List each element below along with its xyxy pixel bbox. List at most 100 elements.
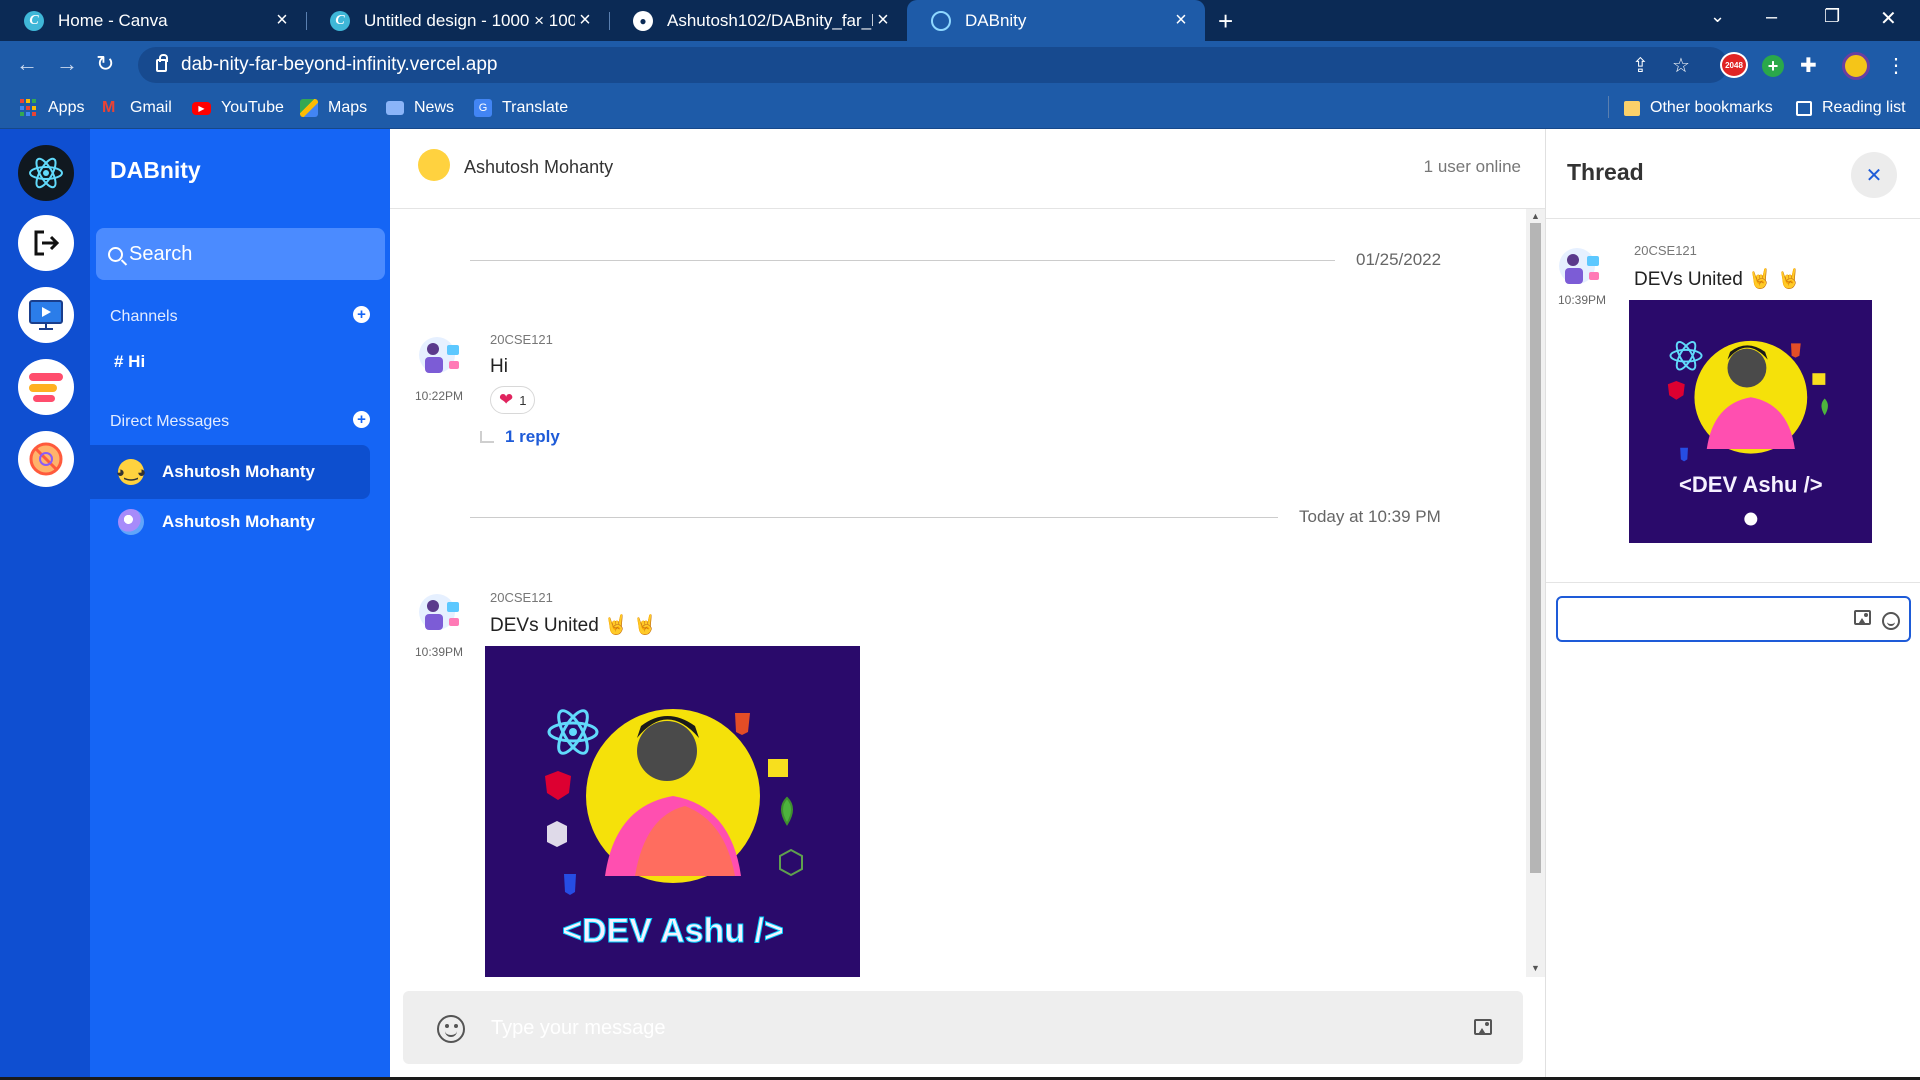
translate-icon: G [474,99,492,117]
close-icon[interactable]: × [575,9,595,32]
address-bar[interactable]: dab-nity-far-beyond-infinity.vercel.app [138,47,1728,83]
share-icon[interactable]: ⇪ [1632,53,1649,78]
bookmark-news[interactable]: News [386,99,454,117]
dev-ashu-poster-image[interactable]: <DEV Ashu /> [485,646,860,977]
search-input[interactable]: Search [96,228,385,280]
folder-icon [1624,100,1640,116]
profile-avatar [118,509,144,535]
reading-list-label: Reading list [1822,99,1906,116]
browser-tab-dabnity[interactable]: DABnity × [907,0,1205,41]
extension-add-icon[interactable]: + [1762,55,1784,77]
rail-chat-bubbles-button[interactable] [18,359,74,415]
pikachu-avatar [418,149,450,181]
dev-ashu-poster-image[interactable]: <DEV Ashu /> [1629,300,1872,543]
rail-react-button[interactable] [18,145,74,201]
thread-reply-input[interactable] [1566,606,1836,634]
emoji-icon[interactable] [437,1015,465,1043]
channel-item-hi[interactable]: # Hi [114,352,145,372]
tab-title: Home - Canva [58,10,168,30]
browser-tab-home-canva[interactable]: C Home - Canva × [0,0,306,41]
tab-title: DABnity [965,10,1027,30]
bookmark-youtube[interactable]: ▶ YouTube [192,99,284,117]
back-arrow-icon[interactable]: ← [16,51,38,77]
bookmark-gmail[interactable]: M Gmail [102,99,172,117]
poster-tagline: <DEV Ashu /> [562,912,784,950]
extension-2048-icon[interactable]: 2048 [1720,52,1748,78]
message-composer [403,991,1523,1064]
emoji-icon[interactable] [1882,612,1900,630]
close-icon[interactable]: × [272,9,292,32]
dm-item-ashutosh[interactable]: Ashutosh Mohanty [90,495,370,549]
scroll-down-icon[interactable]: ▼ [1531,963,1540,973]
scroll-up-icon[interactable]: ▲ [1531,211,1540,221]
reading-list[interactable]: Reading list [1796,99,1906,117]
dm-name: Ashutosh Mohanty [162,462,315,481]
chat-header-name: Ashutosh Mohanty [464,157,614,177]
rail-presentation-button[interactable] [18,287,74,343]
poster-artwork: <DEV Ashu /> [1629,300,1872,543]
heart-reaction[interactable]: ❤ 1 [490,386,536,414]
tab-search-icon[interactable]: ⌄ [1710,6,1725,27]
image-upload-icon[interactable] [1474,1019,1492,1035]
message-time: 10:39PM [1558,293,1607,307]
canva-icon: C [24,10,44,31]
pikachu-avatar: ◕‿◕ [116,459,146,485]
chat-scrollbar[interactable]: ▲ ▼ [1526,209,1545,977]
gmail-icon: M [102,99,116,116]
browser-toolbar: ← → ↻ dab-nity-far-beyond-infinity.verce… [0,41,1920,89]
online-status: 1 user online [1423,157,1521,176]
divider-line [470,517,1278,518]
restore-icon[interactable]: ❐ [1824,6,1840,27]
rail-logout-button[interactable] [18,215,74,271]
message-username: 20CSE121 [490,332,553,347]
bookmark-apps[interactable]: Apps [20,99,84,117]
chat-header: Ashutosh Mohanty 1 user online [390,129,1545,209]
close-icon[interactable]: × [1171,9,1191,32]
poster-artwork: <DEV Ashu /> [485,646,860,977]
minimize-icon[interactable]: – [1766,6,1777,29]
other-bookmarks[interactable]: Other bookmarks [1624,99,1773,117]
extensions-puzzle-icon[interactable]: ✚ [1800,53,1817,78]
message-time: 10:22PM [415,389,464,403]
add-dm-button[interactable]: + [353,411,370,428]
view-replies-link[interactable]: 1 reply [505,427,560,447]
bookmark-translate[interactable]: G Translate [474,99,568,117]
dm-name: Ashutosh Mohanty [162,512,315,531]
reply-connector-icon [480,431,494,443]
window-close-icon[interactable]: ✕ [1880,6,1897,31]
forward-arrow-icon[interactable]: → [56,51,78,77]
menu-kebab-icon[interactable]: ⋮ [1886,53,1906,78]
chat-bubbles-icon [29,373,63,402]
image-upload-icon[interactable] [1854,610,1871,625]
lock-icon [156,53,168,72]
message-input[interactable] [491,1009,1391,1047]
url-text: dab-nity-far-beyond-infinity.vercel.app [181,54,498,75]
direct-messages-label: Direct Messages [110,413,230,430]
thread-reply-input-box [1556,596,1911,642]
rail-settings-button[interactable] [18,431,74,487]
user-avatar [419,594,459,630]
date-divider: 01/25/2022 [470,246,1535,276]
user-avatar [1559,248,1599,284]
sidebar: DABnity Search Channels + # Hi Direct Me… [90,129,390,1080]
profile-avatar[interactable] [1842,52,1870,80]
github-icon: ● [633,10,653,31]
browser-tab-github[interactable]: ● Ashutosh102/DABnity_far_beyond × [609,0,907,41]
date-label: Today at 10:39 PM [1299,507,1441,526]
add-channel-button[interactable]: + [353,306,370,323]
thread-panel: Thread ✕ 10:39PM 20CSE121 DEVs United 🤘 … [1545,129,1920,1080]
scrollbar-thumb[interactable] [1530,223,1541,873]
dm-item-ashutosh-active[interactable]: ◕‿◕ Ashutosh Mohanty [90,445,370,499]
new-tab-button[interactable]: + [1218,6,1233,37]
close-icon[interactable]: × [873,9,893,32]
search-icon [108,246,123,262]
reload-icon[interactable]: ↻ [96,51,114,77]
message-time: 10:39PM [415,645,464,659]
close-thread-button[interactable]: ✕ [1851,152,1897,198]
tab-title: Untitled design - 1000 × 1000px [364,10,575,30]
search-label: Search [129,242,193,265]
bookmark-star-icon[interactable]: ☆ [1672,53,1690,78]
browser-tab-untitled-design[interactable]: C Untitled design - 1000 × 1000px × [306,0,609,41]
bookmark-maps[interactable]: Maps [300,99,367,117]
date-divider: Today at 10:39 PM [470,503,1535,533]
